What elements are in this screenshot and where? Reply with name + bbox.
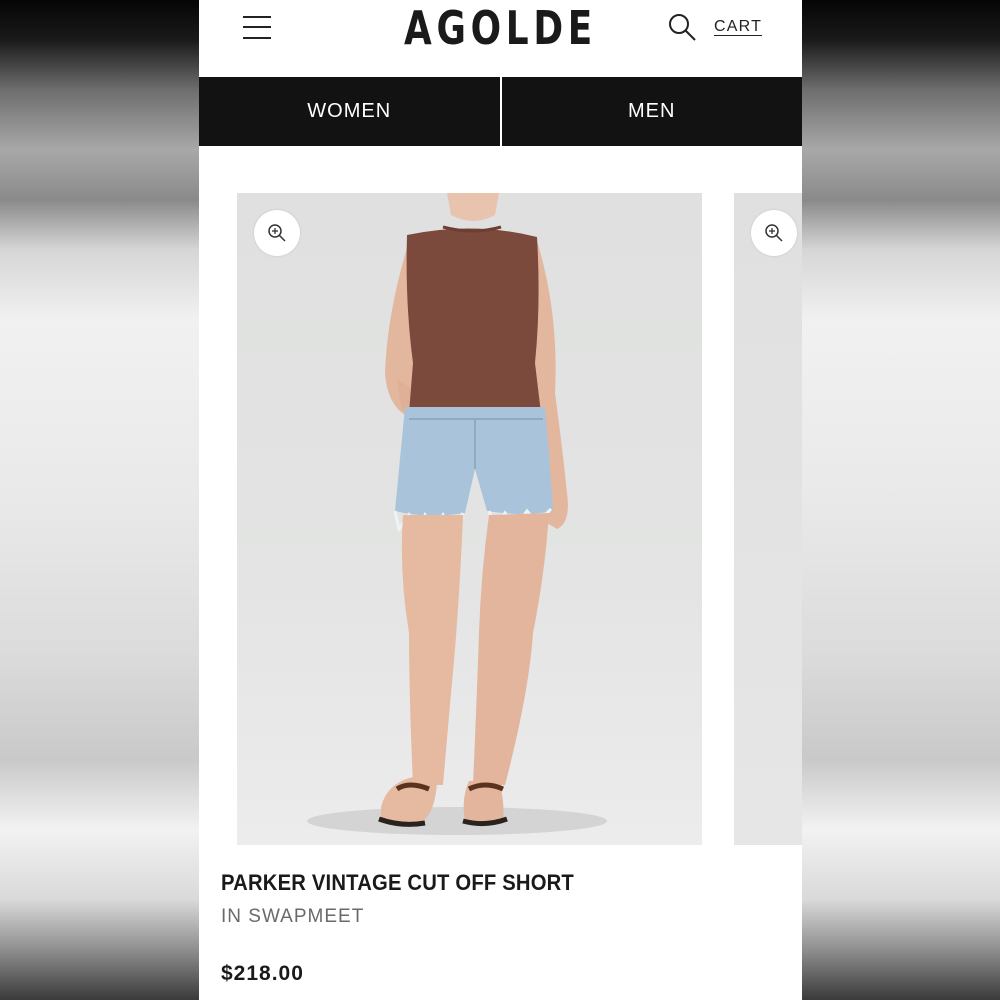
tab-women[interactable]: WOMEN <box>199 77 500 146</box>
product-title[interactable]: PARKER VINTAGE CUT OFF SHORT <box>221 870 574 896</box>
zoom-in-icon <box>765 224 783 242</box>
zoom-button-next[interactable] <box>751 210 797 256</box>
zoom-button[interactable] <box>254 210 300 256</box>
product-color: IN SWAPMEET <box>221 906 365 927</box>
search-icon[interactable] <box>667 12 697 42</box>
tab-men[interactable]: MEN <box>502 77 803 146</box>
category-nav: WOMEN MEN <box>199 77 802 146</box>
mobile-page: AGOLDE CART WOMEN MEN PARKER VINTAGE CUT… <box>199 0 802 1000</box>
cart-link[interactable]: CART <box>714 18 762 36</box>
hamburger-menu-icon[interactable] <box>243 14 271 40</box>
product-image[interactable] <box>237 193 702 845</box>
brand-logo[interactable]: AGOLDE <box>265 0 735 56</box>
next-product-image[interactable] <box>734 193 802 845</box>
model-photo <box>307 193 607 835</box>
zoom-in-icon <box>268 224 286 242</box>
site-header: AGOLDE CART <box>199 0 802 77</box>
product-price: $218.00 <box>221 962 304 985</box>
